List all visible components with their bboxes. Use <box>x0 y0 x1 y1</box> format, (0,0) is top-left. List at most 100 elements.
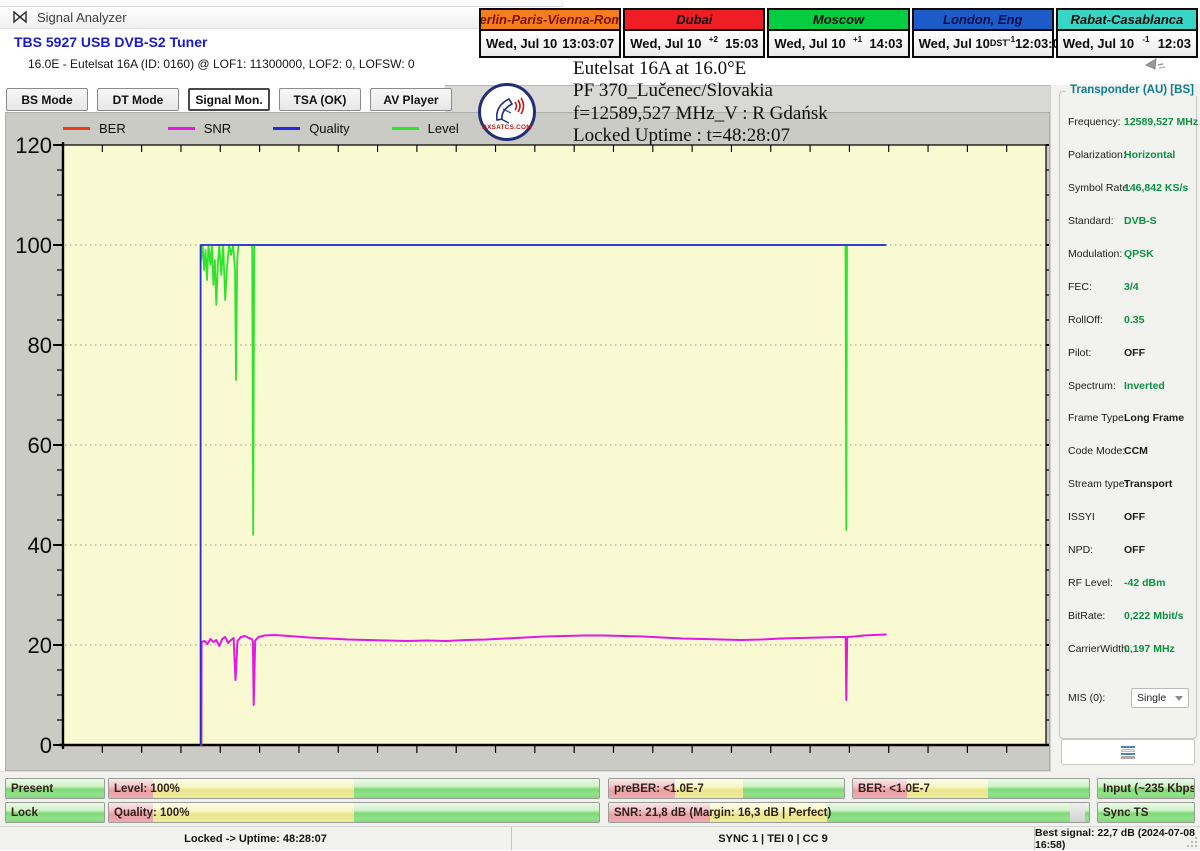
transponder-row-label: Polarization: <box>1068 149 1126 162</box>
clock-moscow: Moscow Wed, Jul 10 +1 14:03 <box>767 8 910 58</box>
transponder-row-label: FEC: <box>1068 280 1092 293</box>
clock-city-label: Berlin-Paris-Vienna-Roma <box>481 10 620 31</box>
status-bar-lock: Lock <box>5 802 105 823</box>
transponder-row-bitrate: BitRate: 0,222 Mbit/s <box>1060 599 1196 632</box>
transponder-row-label: Modulation: <box>1068 248 1123 260</box>
legend-swatch-quality <box>273 126 301 130</box>
transponder-row-label: ISSYI <box>1068 511 1095 524</box>
transponder-row-value: 0,222 Mbit/s <box>1124 609 1184 622</box>
transponder-row-carrierwidth: CarrierWidth: 0,197 MHz <box>1060 632 1196 665</box>
transponder-row-label: Code Mode: <box>1068 445 1126 458</box>
status-bar-snr: SNR: 21,8 dB (Margin: 16,3 dB | Perfect) <box>608 802 1090 823</box>
transponder-row-value: -42 dBm <box>1124 576 1166 589</box>
transponder-row-label: RF Level: <box>1068 576 1113 589</box>
clock-date: Wed, Jul 10 <box>774 36 846 51</box>
satellite-dish-icon <box>495 97 525 124</box>
y-axis-label: 60 <box>28 433 52 458</box>
tab-dt-mode[interactable]: DT Mode <box>97 88 179 111</box>
transponder-row-value: OFF <box>1124 544 1145 557</box>
transponder-row-value: 0.35 <box>1124 313 1145 326</box>
transponder-row-frequency: Frequency: 12589,527 MHz <box>1060 106 1199 139</box>
transponder-row-label: Standard: <box>1068 215 1114 228</box>
transponder-row-label: Frame Type: <box>1068 412 1127 425</box>
bar-zone-green <box>353 803 599 822</box>
transponder-row-value: Transport <box>1124 478 1173 491</box>
legend-label-level: Level <box>427 120 459 136</box>
transponder-row-label: Symbol Rate: <box>1068 182 1132 195</box>
world-clocks: Berlin-Paris-Vienna-Roma Wed, Jul 10 13:03… <box>479 8 1199 58</box>
transponder-row-modulation: Modulation: QPSK <box>1060 238 1196 271</box>
y-axis-label: 120 <box>15 133 52 158</box>
status-bar-preber: preBER: <1.0E-7 <box>608 778 845 799</box>
status-bar-sync-ts: Sync TS <box>1097 802 1195 823</box>
satellite-info-overlay: Eutelsat 16A at 16.0°E PF 370_Lučenec/Sl… <box>573 58 828 148</box>
transponder-row-fec: FEC: 3/4 <box>1060 270 1196 303</box>
status-bar-label: Quality: 100% <box>114 806 190 819</box>
status-bar-ber: BER: <1.0E-7 <box>852 778 1090 799</box>
window-title: Signal Analyzer <box>37 10 127 25</box>
tab-bs-mode[interactable]: BS Mode <box>6 88 88 111</box>
transponder-row-value: 12589,527 MHz <box>1124 116 1199 129</box>
clock-time-row: Wed, Jul 10 +1 14:03 <box>769 31 908 56</box>
overlay-line-uptime: Locked Uptime : t=48:28:07 <box>573 125 791 147</box>
legend-item-level: Level <box>391 120 459 136</box>
transponder-row-rf-level: RF Level: -42 dBm <box>1060 566 1196 599</box>
clock-date: Wed, Jul 10 <box>486 36 558 51</box>
transponder-row-label: Spectrum: <box>1068 379 1116 392</box>
bar-zone-green <box>827 803 1070 822</box>
status-bar: Locked -> Uptime: 48:28:07 SYNC 1 | TEI … <box>0 826 1200 851</box>
clock-time-row: Wed, Jul 10 -1 12:03 <box>1057 31 1197 56</box>
transponder-row-value: OFF <box>1124 346 1145 359</box>
status-bar-present: Present <box>5 778 105 799</box>
mis-row: MIS (0): Single <box>1068 688 1189 708</box>
transponder-row-value: QPSK <box>1124 248 1154 260</box>
clock-city-label: Dubai <box>625 10 764 31</box>
y-axis-label: 0 <box>40 733 52 758</box>
tab-signal-mon[interactable]: Signal Mon. <box>188 88 270 111</box>
status-bar-label: SNR: 21,8 dB (Margin: 16,3 dB | Perfect) <box>614 806 832 819</box>
transponder-rows: Frequency: 12589,527 MHz Polarization: Hori… <box>1060 106 1199 665</box>
clock-utc-offset: +2 <box>708 35 718 44</box>
mis-label: MIS (0): <box>1068 692 1106 704</box>
signal-chart-panel: 0 20 40 60 80 100 120 BER SNR Quality Level <box>5 112 1050 771</box>
mouse-cursor-icon <box>1144 56 1170 77</box>
statusbar-best-signal: Best signal: 22,7 dB (2024-07-08 16:58) <box>1035 826 1195 851</box>
tab-tsa-ok[interactable]: TSA (OK) <box>279 88 361 111</box>
tab-av-player[interactable]: AV Player <box>370 88 452 111</box>
legend-swatch-level <box>391 126 419 130</box>
background-window-edge <box>0 0 563 7</box>
transponder-row-spectrum: Spectrum: Inverted <box>1060 369 1196 402</box>
statusbar-uptime: Locked -> Uptime: 48:28:07 <box>0 827 512 850</box>
transponder-row-value: Horizontal <box>1124 149 1176 162</box>
bar-zone-green <box>1085 803 1089 822</box>
transponder-row-label: Pilot: <box>1068 346 1092 359</box>
transponder-panel: Transponder (AU) [BS] Frequency: 12589,52… <box>1050 84 1200 772</box>
legend-swatch-snr <box>167 126 195 130</box>
y-axis-label: 100 <box>15 233 52 258</box>
transponder-row-value: OFF <box>1124 511 1145 524</box>
transponder-list-button[interactable] <box>1061 739 1195 765</box>
transponder-row-value: 3/4 <box>1124 280 1139 293</box>
status-bar-label: Lock <box>11 806 38 819</box>
status-bar-label: Input (~235 Kbps) <box>1103 782 1195 795</box>
overlay-line-site: PF 370_Lučenec/Slovakia <box>573 80 773 102</box>
legend-label-quality: Quality <box>309 120 350 136</box>
legend-item-quality: Quality <box>273 120 350 136</box>
resize-grip[interactable] <box>1186 836 1198 848</box>
mode-tabs: BS Mode DT Mode Signal Mon. TSA (OK) AV Play… <box>6 88 452 111</box>
chart-legend: BER SNR Quality Level <box>63 120 501 136</box>
clock-time-value: 13:03:07 <box>562 36 615 51</box>
clock-utc-offset: DST-1 <box>989 35 1016 48</box>
transponder-row-standard: Standard: DVB-S <box>1060 205 1196 238</box>
list-icon <box>1121 745 1135 759</box>
mis-select[interactable]: Single <box>1131 688 1189 708</box>
status-bar-label: Sync TS <box>1103 806 1149 819</box>
transponder-row-label: NPD: <box>1068 544 1094 557</box>
clock-berlin-paris-vienna-roma: Berlin-Paris-Vienna-Roma Wed, Jul 10 13:03… <box>479 8 622 58</box>
transponder-groupbox: Transponder (AU) [BS] Frequency: 12589,52… <box>1059 84 1199 739</box>
app-icon <box>13 10 27 24</box>
clock-dubai: Dubai Wed, Jul 10 +2 15:03 <box>623 8 766 58</box>
transponder-title: Transponder (AU) [BS] <box>1066 84 1198 96</box>
overlay-line-satellite: Eutelsat 16A at 16.0°E <box>573 58 747 79</box>
status-bar-quality: Quality: 100% <box>108 802 600 823</box>
